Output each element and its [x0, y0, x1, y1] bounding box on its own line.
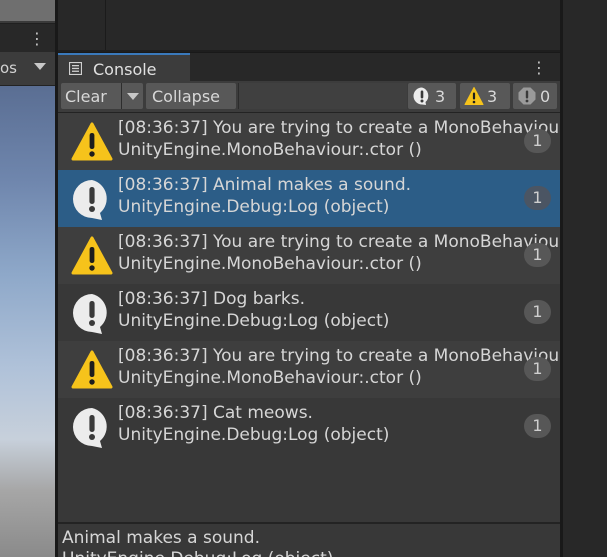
- tab-console-label: Console: [93, 60, 157, 79]
- gizmos-button[interactable]: os: [0, 59, 17, 77]
- log-entry-info[interactable]: [08:36:37] Animal makes a sound. UnityEng…: [58, 170, 560, 227]
- error-octagon-icon: [518, 87, 536, 105]
- log-entry-info[interactable]: [08:36:37] Cat meows. UnityEngine.Debug:L…: [58, 398, 560, 454]
- console-list-icon: [69, 62, 82, 75]
- collapse-button[interactable]: Collapse: [146, 83, 236, 109]
- warning-triangle-icon: [71, 122, 113, 161]
- detail-stacktrace: UnityEngine.Debug:Log (object): [62, 549, 333, 557]
- log-entry-count-badge: 1: [524, 186, 551, 210]
- log-entry-count-badge: 1: [524, 357, 551, 381]
- upper-panel-divider: [105, 0, 106, 50]
- log-filter-toggle[interactable]: 3: [408, 83, 456, 109]
- log-entry-count-badge: 1: [524, 300, 551, 324]
- upper-panel: [58, 0, 560, 50]
- log-entry-count-badge: 1: [524, 414, 551, 438]
- warning-triangle-icon: [464, 87, 484, 105]
- clear-button-label: Clear: [65, 87, 107, 106]
- scene-toolbar: os: [0, 52, 55, 86]
- log-entry-stacktrace: UnityEngine.Debug:Log (object): [118, 425, 390, 445]
- right-panel: [563, 0, 607, 557]
- info-speech-bubble-icon: [73, 408, 107, 448]
- console-detail-pane[interactable]: Animal makes a sound. UnityEngine.Debug:…: [58, 524, 560, 557]
- log-entry-warning[interactable]: [08:36:37] You are trying to create a Mo…: [58, 113, 560, 170]
- log-entry-message: [08:36:37] Animal makes a sound.: [118, 175, 412, 195]
- log-entry-warning[interactable]: [08:36:37] You are trying to create a Mo…: [58, 341, 560, 398]
- console-search-area: [238, 83, 407, 109]
- scene-thumbnail: [0, 0, 55, 23]
- clear-button[interactable]: Clear: [61, 83, 125, 109]
- console-list-empty-area: [58, 454, 560, 522]
- clear-options-dropdown[interactable]: [121, 83, 143, 109]
- scene-viewport[interactable]: [0, 86, 55, 557]
- log-entry-message: [08:36:37] You are trying to create a Mo…: [118, 118, 560, 138]
- warning-triangle-icon: [71, 350, 113, 389]
- warning-triangle-icon: [71, 236, 113, 275]
- scene-top-strip: [0, 0, 55, 24]
- console-log-list[interactable]: [08:36:37] You are trying to create a Mo…: [58, 113, 560, 454]
- log-entry-message: [08:36:37] You are trying to create a Mo…: [118, 232, 560, 252]
- log-entry-stacktrace: UnityEngine.Debug:Log (object): [118, 311, 390, 331]
- log-entry-message: [08:36:37] Cat meows.: [118, 403, 313, 423]
- log-entry-stacktrace: UnityEngine.MonoBehaviour:.ctor (): [118, 140, 422, 160]
- log-entry-stacktrace: UnityEngine.MonoBehaviour:.ctor (): [118, 254, 422, 274]
- chevron-down-icon: [127, 93, 139, 100]
- collapse-button-label: Collapse: [152, 87, 220, 106]
- error-filter-toggle[interactable]: 0: [513, 83, 557, 109]
- detail-message: Animal makes a sound.: [62, 528, 260, 548]
- log-entry-count-badge: 1: [524, 129, 551, 153]
- info-speech-bubble-icon: [73, 294, 107, 334]
- log-entry-count-badge: 1: [524, 243, 551, 267]
- console-tab-bar: Console ⋮: [58, 52, 560, 82]
- warning-filter-toggle[interactable]: 3: [460, 83, 510, 109]
- log-entry-stacktrace: UnityEngine.Debug:Log (object): [118, 197, 390, 217]
- console-menu-icon[interactable]: ⋮: [531, 58, 547, 77]
- scene-menu-icon[interactable]: ⋮: [29, 29, 45, 48]
- log-entry-message: [08:36:37] Dog barks.: [118, 289, 306, 309]
- log-entry-warning[interactable]: [08:36:37] You are trying to create a Mo…: [58, 227, 560, 284]
- info-speech-bubble-icon: [413, 87, 429, 105]
- log-entry-info[interactable]: [08:36:37] Dog barks. UnityEngine.Debug:L…: [58, 284, 560, 341]
- console-toolbar: Clear Collapse 3 3 0: [58, 81, 560, 113]
- gizmos-dropdown-icon[interactable]: [34, 63, 46, 70]
- scene-tab-bar: ⋮: [0, 24, 55, 52]
- log-entry-stacktrace: UnityEngine.MonoBehaviour:.ctor (): [118, 368, 422, 388]
- info-speech-bubble-icon: [73, 180, 107, 220]
- log-entry-message: [08:36:37] You are trying to create a Mo…: [118, 346, 560, 366]
- tab-console[interactable]: Console: [58, 53, 190, 82]
- log-count: 3: [435, 87, 446, 106]
- console-window: Console ⋮ Clear Collapse 3 3 0 [08:36:37…: [58, 52, 560, 557]
- error-count: 0: [540, 87, 551, 106]
- warning-count: 3: [487, 87, 498, 106]
